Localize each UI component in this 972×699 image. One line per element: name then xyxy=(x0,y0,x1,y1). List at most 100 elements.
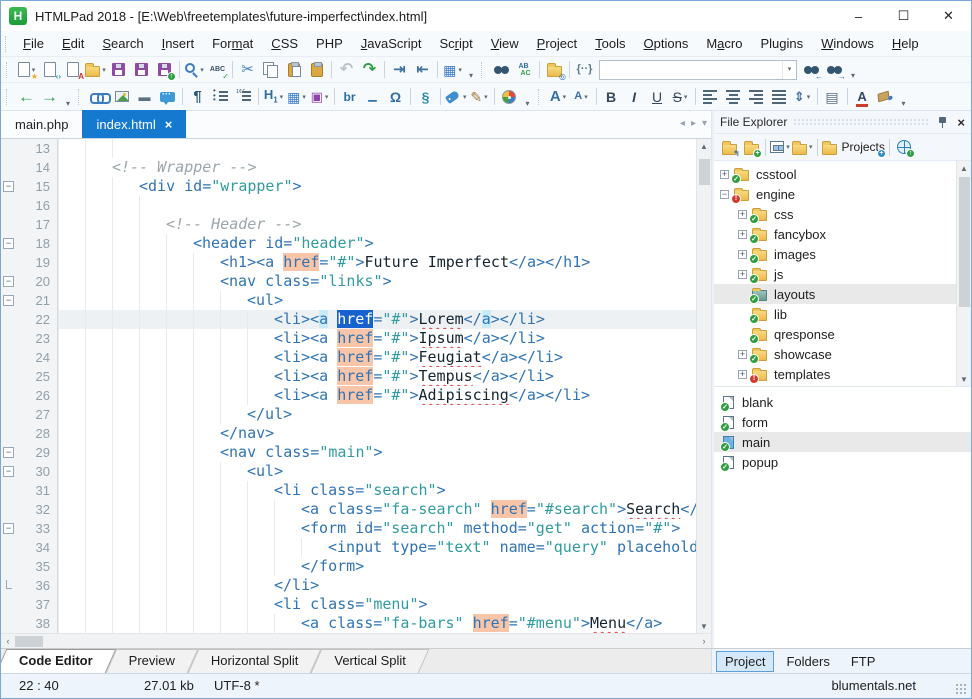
close-button[interactable]: ✕ xyxy=(926,1,971,31)
editor-horizontal-scrollbar[interactable]: ‹ › xyxy=(1,633,711,648)
decrease-font-button[interactable]: A▾ xyxy=(570,86,593,108)
tree-item-fancybox[interactable]: +✓fancybox xyxy=(714,224,956,244)
expand-icon[interactable]: + xyxy=(738,230,747,239)
insert-table-button[interactable]: ▦▾ xyxy=(285,86,308,108)
file-item-blank[interactable]: ✓blank xyxy=(714,392,971,412)
dropdown-arrow-icon[interactable]: ▾ xyxy=(280,93,284,101)
tree-item-templates[interactable]: +!templates xyxy=(714,364,956,384)
heading-button[interactable]: H1▾ xyxy=(262,86,285,108)
insert-link-button[interactable] xyxy=(87,86,110,108)
indent-button[interactable]: ⇥ xyxy=(388,59,411,81)
pin-icon[interactable] xyxy=(938,116,947,128)
expand-icon[interactable]: + xyxy=(720,170,729,179)
file-item-popup[interactable]: ✓popup xyxy=(714,452,971,472)
tree-item-lib[interactable]: ✓lib xyxy=(714,304,956,324)
scrollbar-thumb[interactable] xyxy=(15,636,43,647)
insert-nbsp-button[interactable]: ▁ xyxy=(361,86,384,108)
code-line-23[interactable]: 23<li><a href="#">Ipsum</a></li> xyxy=(1,329,696,348)
expand-icon[interactable]: + xyxy=(738,270,747,279)
toolbar-overflow-icon[interactable]: ▾ xyxy=(62,99,74,108)
tree-item-engine[interactable]: −!engine xyxy=(714,184,956,204)
paragraph-format-button[interactable]: ▤ xyxy=(821,86,844,108)
toolbar-overflow-icon[interactable]: ▾ xyxy=(522,99,534,108)
toolbar-grip[interactable] xyxy=(78,89,84,105)
replace-button[interactable] xyxy=(513,59,536,81)
code-line-29[interactable]: −29<nav class="main"> xyxy=(1,443,696,462)
quick-search[interactable]: ▾ xyxy=(599,60,797,80)
tree-item-csstool[interactable]: +✓csstool xyxy=(714,164,956,184)
font-color-button[interactable]: A xyxy=(851,86,874,108)
copy-button[interactable] xyxy=(259,59,282,81)
parent-folder-button[interactable]: ↰ xyxy=(718,136,740,158)
tree-item-showcase[interactable]: +✓showcase xyxy=(714,344,956,364)
collapse-fold-icon[interactable]: − xyxy=(3,295,14,306)
menu-options[interactable]: Options xyxy=(635,36,698,51)
code-line-14[interactable]: 14<!-- Wrapper --> xyxy=(1,158,696,177)
highlight-color-button[interactable] xyxy=(874,86,897,108)
unordered-list-button[interactable] xyxy=(209,86,232,108)
redo-button[interactable]: ↷ xyxy=(358,59,381,81)
dropdown-arrow-icon[interactable]: ▾ xyxy=(807,93,811,101)
navigate-back-button[interactable]: ← xyxy=(15,86,38,108)
scrollbar-thumb[interactable] xyxy=(959,177,970,307)
tree-item-js[interactable]: +✓js xyxy=(714,264,956,284)
expand-icon[interactable]: + xyxy=(738,370,747,379)
expand-icon[interactable]: + xyxy=(738,250,747,259)
new-rich-document-button[interactable]: A xyxy=(61,59,84,81)
toolbar-overflow-icon[interactable]: ▾ xyxy=(898,99,910,108)
insert-tag-button[interactable]: ▾ xyxy=(444,86,468,108)
format-painter-button[interactable]: ✎▾ xyxy=(468,86,491,108)
code-line-24[interactable]: 24<li><a href="#">Feugiat</a></li> xyxy=(1,348,696,367)
code-line-37[interactable]: 37<li class="menu"> xyxy=(1,595,696,614)
code-area[interactable]: 1314<!-- Wrapper -->−15<div id="wrapper"… xyxy=(1,139,696,633)
tab-scroll-right-icon[interactable]: ▸ xyxy=(691,118,696,129)
resize-grip-icon[interactable] xyxy=(955,683,967,695)
scroll-up-icon[interactable]: ▲ xyxy=(957,161,972,175)
scroll-right-icon[interactable]: › xyxy=(697,634,711,649)
insert-paragraph-button[interactable]: ¶ xyxy=(186,86,209,108)
menu-view[interactable]: View xyxy=(482,36,528,51)
publish-button[interactable]: ↑ xyxy=(893,136,915,158)
menu-help[interactable]: Help xyxy=(883,36,928,51)
tab-scroll-left-icon[interactable]: ◂ xyxy=(680,118,685,129)
scroll-down-icon[interactable]: ▼ xyxy=(957,372,972,386)
code-line-17[interactable]: 17<!-- Header --> xyxy=(1,215,696,234)
align-justify-button[interactable] xyxy=(768,86,791,108)
code-line-19[interactable]: 19<h1><a href="#">Future Imperfect</a></… xyxy=(1,253,696,272)
code-line-38[interactable]: 38<a class="fa-bars" href="#menu">Menu</… xyxy=(1,614,696,633)
menu-javascript[interactable]: JavaScript xyxy=(352,36,431,51)
open-file-button[interactable]: ▾ xyxy=(84,59,107,81)
code-line-36[interactable]: 36</li> xyxy=(1,576,696,595)
code-line-33[interactable]: −33<form id="search" method="get" action… xyxy=(1,519,696,538)
code-line-15[interactable]: −15<div id="wrapper"> xyxy=(1,177,696,196)
quick-search-input[interactable] xyxy=(600,61,782,79)
explorer-close-icon[interactable]: × xyxy=(957,116,965,129)
tree-vertical-scrollbar[interactable]: ▲ ▼ xyxy=(956,161,971,386)
save-and-upload-button[interactable]: ↑ xyxy=(153,59,176,81)
insert-script-button[interactable]: § xyxy=(414,86,437,108)
expand-icon[interactable]: + xyxy=(738,210,747,219)
spell-check-button[interactable]: ABC✓ xyxy=(206,59,229,81)
find-button[interactable]: ▾ xyxy=(183,59,206,81)
view-options-button[interactable]: ▾ xyxy=(769,136,791,158)
find-in-files-button[interactable]: ◎ xyxy=(543,59,566,81)
new-document-button[interactable]: ★▾ xyxy=(15,59,38,81)
code-line-18[interactable]: −18<header id="header"> xyxy=(1,234,696,253)
navigate-forward-button[interactable]: → xyxy=(38,86,61,108)
menu-css[interactable]: CSS xyxy=(262,36,307,51)
align-left-button[interactable] xyxy=(699,86,722,108)
menu-php[interactable]: PHP xyxy=(307,36,352,51)
minimize-button[interactable]: – xyxy=(836,1,881,31)
tree-item-layouts[interactable]: ✓layouts xyxy=(714,284,956,304)
dropdown-arrow-icon[interactable]: ▾ xyxy=(302,93,306,101)
combo-dropdown-icon[interactable]: ▾ xyxy=(782,61,796,79)
code-line-20[interactable]: −20<nav class="links"> xyxy=(1,272,696,291)
dropdown-arrow-icon[interactable]: ▾ xyxy=(463,93,467,101)
code-line-22[interactable]: 22<li><a href="#">Lorem</a></li> xyxy=(1,310,696,329)
menu-tools[interactable]: Tools xyxy=(586,36,634,51)
dropdown-arrow-icon[interactable]: ▾ xyxy=(325,93,329,101)
collapse-icon[interactable]: − xyxy=(720,190,729,199)
save-button[interactable] xyxy=(107,59,130,81)
underline-button[interactable]: U xyxy=(646,86,669,108)
view-tab-horizontal-split[interactable]: Horizontal Split xyxy=(193,649,316,673)
